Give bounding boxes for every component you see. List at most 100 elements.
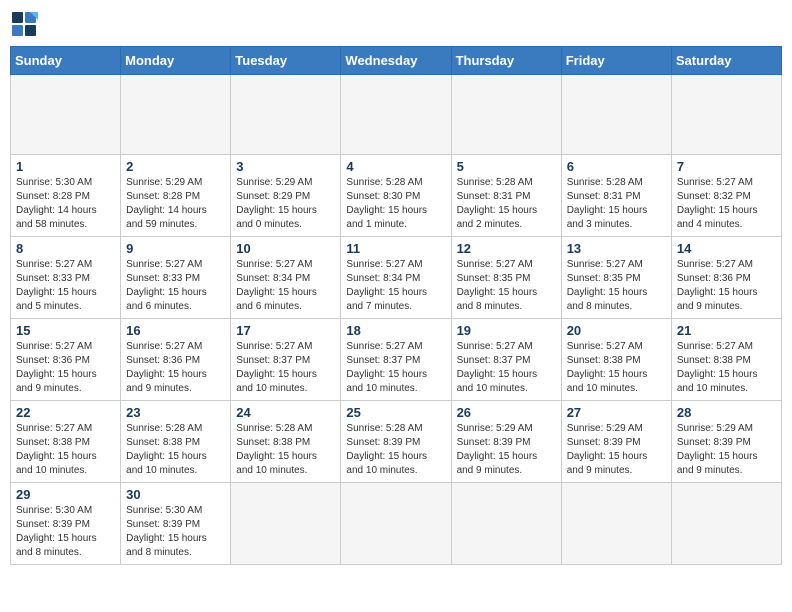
calendar-cell: 23 Sunrise: 5:28 AM Sunset: 8:38 PM Dayli… bbox=[121, 401, 231, 483]
day-number: 4 bbox=[346, 159, 445, 174]
weekday-header-wednesday: Wednesday bbox=[341, 47, 451, 75]
calendar-cell bbox=[561, 75, 671, 155]
day-number: 8 bbox=[16, 241, 115, 256]
day-info: Sunrise: 5:29 AM Sunset: 8:39 PM Dayligh… bbox=[567, 422, 666, 478]
logo-icon bbox=[10, 10, 38, 38]
weekday-header-thursday: Thursday bbox=[451, 47, 561, 75]
day-info: Sunrise: 5:30 AM Sunset: 8:28 PM Dayligh… bbox=[16, 176, 115, 232]
calendar-cell: 12 Sunrise: 5:27 AM Sunset: 8:35 PM Dayli… bbox=[451, 237, 561, 319]
day-number: 20 bbox=[567, 323, 666, 338]
calendar-cell bbox=[121, 75, 231, 155]
day-info: Sunrise: 5:29 AM Sunset: 8:39 PM Dayligh… bbox=[457, 422, 556, 478]
calendar-cell: 29 Sunrise: 5:30 AM Sunset: 8:39 PM Dayli… bbox=[11, 483, 121, 565]
day-number: 3 bbox=[236, 159, 335, 174]
day-number: 1 bbox=[16, 159, 115, 174]
week-row-5: 22 Sunrise: 5:27 AM Sunset: 8:38 PM Dayli… bbox=[11, 401, 782, 483]
day-number: 27 bbox=[567, 405, 666, 420]
calendar-cell: 26Sunrise: 5:29 AM Sunset: 8:39 PM Dayli… bbox=[451, 401, 561, 483]
calendar-cell: 18 Sunrise: 5:27 AM Sunset: 8:37 PM Dayli… bbox=[341, 319, 451, 401]
calendar-cell: 27 Sunrise: 5:29 AM Sunset: 8:39 PM Dayli… bbox=[561, 401, 671, 483]
week-row-6: 29 Sunrise: 5:30 AM Sunset: 8:39 PM Dayli… bbox=[11, 483, 782, 565]
day-number: 29 bbox=[16, 487, 115, 502]
day-info: Sunrise: 5:28 AM Sunset: 8:38 PM Dayligh… bbox=[236, 422, 335, 478]
calendar-cell: 17Sunrise: 5:27 AM Sunset: 8:37 PM Dayli… bbox=[231, 319, 341, 401]
calendar-cell: 2Sunrise: 5:29 AM Sunset: 8:28 PM Daylig… bbox=[121, 155, 231, 237]
calendar-cell bbox=[671, 483, 781, 565]
calendar-cell: 21Sunrise: 5:27 AM Sunset: 8:38 PM Dayli… bbox=[671, 319, 781, 401]
calendar-cell bbox=[671, 75, 781, 155]
calendar-cell bbox=[231, 483, 341, 565]
calendar-cell: 14 Sunrise: 5:27 AM Sunset: 8:36 PM Dayli… bbox=[671, 237, 781, 319]
day-number: 22 bbox=[16, 405, 115, 420]
day-info: Sunrise: 5:28 AM Sunset: 8:39 PM Dayligh… bbox=[346, 422, 445, 478]
day-info: Sunrise: 5:28 AM Sunset: 8:38 PM Dayligh… bbox=[126, 422, 225, 478]
day-info: Sunrise: 5:28 AM Sunset: 8:31 PM Dayligh… bbox=[457, 176, 556, 232]
page-header bbox=[10, 10, 782, 38]
week-row-1 bbox=[11, 75, 782, 155]
day-info: Sunrise: 5:30 AM Sunset: 8:39 PM Dayligh… bbox=[16, 504, 115, 560]
day-info: Sunrise: 5:27 AM Sunset: 8:35 PM Dayligh… bbox=[567, 258, 666, 314]
calendar-cell: 16Sunrise: 5:27 AM Sunset: 8:36 PM Dayli… bbox=[121, 319, 231, 401]
day-info: Sunrise: 5:27 AM Sunset: 8:38 PM Dayligh… bbox=[567, 340, 666, 396]
day-number: 25 bbox=[346, 405, 445, 420]
day-info: Sunrise: 5:27 AM Sunset: 8:37 PM Dayligh… bbox=[346, 340, 445, 396]
calendar-cell bbox=[341, 483, 451, 565]
day-info: Sunrise: 5:27 AM Sunset: 8:33 PM Dayligh… bbox=[16, 258, 115, 314]
day-number: 9 bbox=[126, 241, 225, 256]
day-number: 23 bbox=[126, 405, 225, 420]
calendar-cell: 6 Sunrise: 5:28 AM Sunset: 8:31 PM Daylig… bbox=[561, 155, 671, 237]
calendar-cell: 24 Sunrise: 5:28 AM Sunset: 8:38 PM Dayli… bbox=[231, 401, 341, 483]
calendar-cell: 10 Sunrise: 5:27 AM Sunset: 8:34 PM Dayli… bbox=[231, 237, 341, 319]
logo bbox=[10, 10, 42, 38]
day-number: 19 bbox=[457, 323, 556, 338]
day-number: 15 bbox=[16, 323, 115, 338]
week-row-2: 1 Sunrise: 5:30 AM Sunset: 8:28 PM Daylig… bbox=[11, 155, 782, 237]
calendar-cell bbox=[341, 75, 451, 155]
calendar-cell bbox=[451, 75, 561, 155]
week-row-3: 8 Sunrise: 5:27 AM Sunset: 8:33 PM Daylig… bbox=[11, 237, 782, 319]
day-info: Sunrise: 5:28 AM Sunset: 8:30 PM Dayligh… bbox=[346, 176, 445, 232]
day-number: 5 bbox=[457, 159, 556, 174]
day-info: Sunrise: 5:27 AM Sunset: 8:37 PM Dayligh… bbox=[236, 340, 335, 396]
calendar-cell bbox=[11, 75, 121, 155]
calendar-cell: 7Sunrise: 5:27 AM Sunset: 8:32 PM Daylig… bbox=[671, 155, 781, 237]
day-info: Sunrise: 5:27 AM Sunset: 8:37 PM Dayligh… bbox=[457, 340, 556, 396]
day-info: Sunrise: 5:27 AM Sunset: 8:38 PM Dayligh… bbox=[16, 422, 115, 478]
calendar-cell: 13 Sunrise: 5:27 AM Sunset: 8:35 PM Dayli… bbox=[561, 237, 671, 319]
week-row-4: 15 Sunrise: 5:27 AM Sunset: 8:36 PM Dayli… bbox=[11, 319, 782, 401]
day-info: Sunrise: 5:29 AM Sunset: 8:29 PM Dayligh… bbox=[236, 176, 335, 232]
calendar-cell: 25 Sunrise: 5:28 AM Sunset: 8:39 PM Dayli… bbox=[341, 401, 451, 483]
day-info: Sunrise: 5:28 AM Sunset: 8:31 PM Dayligh… bbox=[567, 176, 666, 232]
calendar-cell: 8 Sunrise: 5:27 AM Sunset: 8:33 PM Daylig… bbox=[11, 237, 121, 319]
day-number: 24 bbox=[236, 405, 335, 420]
day-number: 18 bbox=[346, 323, 445, 338]
calendar-cell: 20 Sunrise: 5:27 AM Sunset: 8:38 PM Dayli… bbox=[561, 319, 671, 401]
day-info: Sunrise: 5:27 AM Sunset: 8:36 PM Dayligh… bbox=[16, 340, 115, 396]
calendar-cell: 1 Sunrise: 5:30 AM Sunset: 8:28 PM Daylig… bbox=[11, 155, 121, 237]
day-number: 11 bbox=[346, 241, 445, 256]
day-info: Sunrise: 5:27 AM Sunset: 8:34 PM Dayligh… bbox=[346, 258, 445, 314]
day-number: 6 bbox=[567, 159, 666, 174]
day-number: 13 bbox=[567, 241, 666, 256]
calendar-cell bbox=[451, 483, 561, 565]
calendar-cell: 4 Sunrise: 5:28 AM Sunset: 8:30 PM Daylig… bbox=[341, 155, 451, 237]
day-info: Sunrise: 5:27 AM Sunset: 8:33 PM Dayligh… bbox=[126, 258, 225, 314]
day-info: Sunrise: 5:27 AM Sunset: 8:36 PM Dayligh… bbox=[677, 258, 776, 314]
calendar-cell: 5 Sunrise: 5:28 AM Sunset: 8:31 PM Daylig… bbox=[451, 155, 561, 237]
calendar-cell: 15 Sunrise: 5:27 AM Sunset: 8:36 PM Dayli… bbox=[11, 319, 121, 401]
day-info: Sunrise: 5:27 AM Sunset: 8:34 PM Dayligh… bbox=[236, 258, 335, 314]
day-info: Sunrise: 5:27 AM Sunset: 8:35 PM Dayligh… bbox=[457, 258, 556, 314]
weekday-header-row: SundayMondayTuesdayWednesdayThursdayFrid… bbox=[11, 47, 782, 75]
day-number: 30 bbox=[126, 487, 225, 502]
weekday-header-tuesday: Tuesday bbox=[231, 47, 341, 75]
calendar-cell: 30Sunrise: 5:30 AM Sunset: 8:39 PM Dayli… bbox=[121, 483, 231, 565]
weekday-header-friday: Friday bbox=[561, 47, 671, 75]
day-number: 12 bbox=[457, 241, 556, 256]
calendar-cell: 28Sunrise: 5:29 AM Sunset: 8:39 PM Dayli… bbox=[671, 401, 781, 483]
day-number: 10 bbox=[236, 241, 335, 256]
weekday-header-saturday: Saturday bbox=[671, 47, 781, 75]
day-number: 14 bbox=[677, 241, 776, 256]
day-info: Sunrise: 5:29 AM Sunset: 8:39 PM Dayligh… bbox=[677, 422, 776, 478]
day-number: 21 bbox=[677, 323, 776, 338]
day-info: Sunrise: 5:29 AM Sunset: 8:28 PM Dayligh… bbox=[126, 176, 225, 232]
